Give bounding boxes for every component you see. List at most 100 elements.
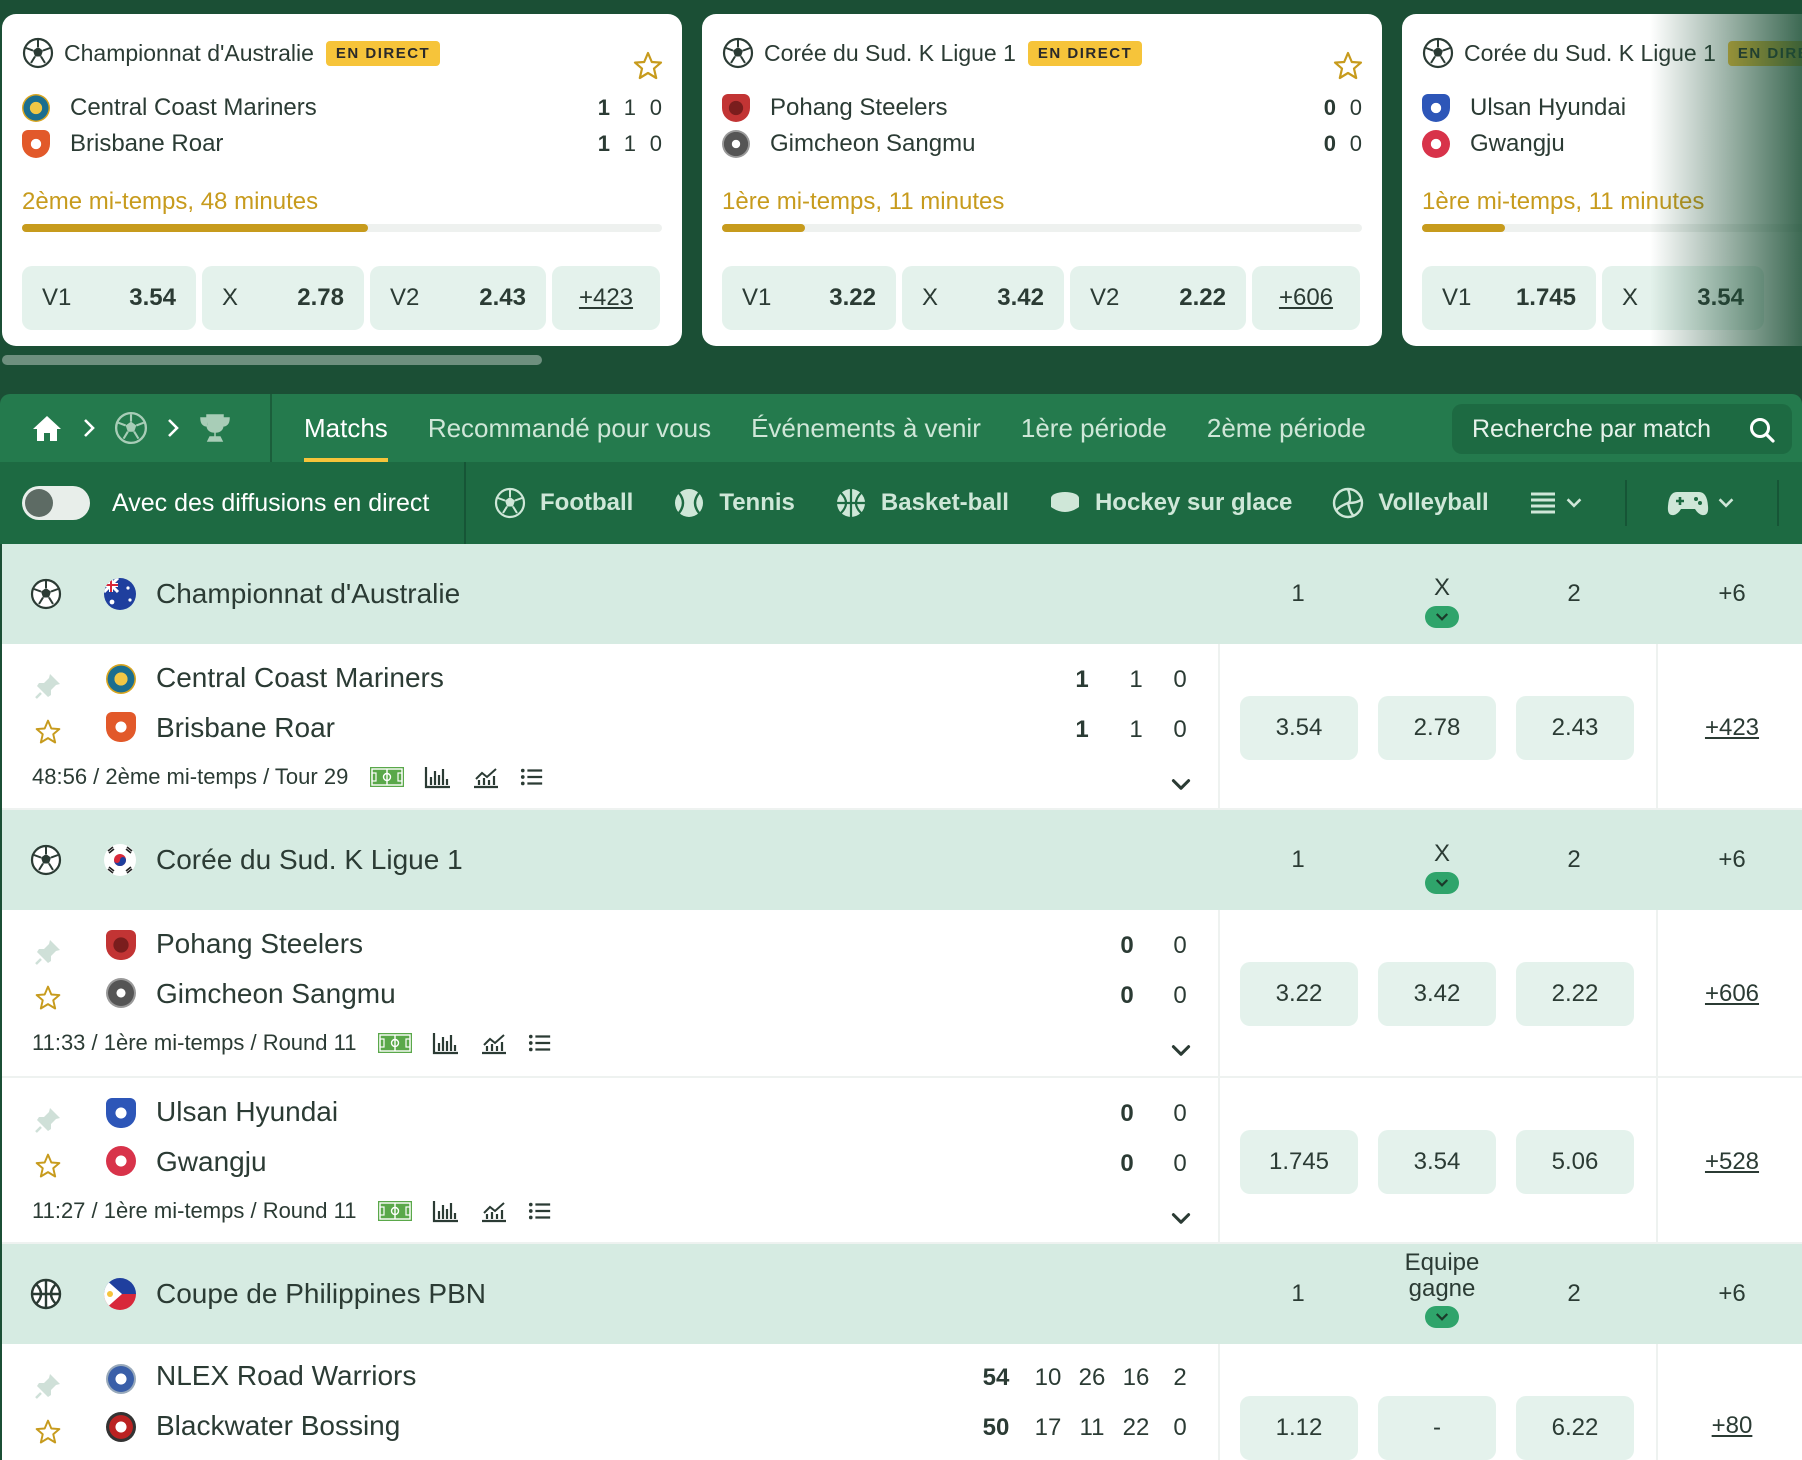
odds-button[interactable]: 5.06 bbox=[1516, 1130, 1634, 1194]
star-icon[interactable] bbox=[34, 984, 62, 1012]
team-name[interactable]: Brisbane Roar bbox=[156, 712, 335, 744]
score: 0 bbox=[1173, 1100, 1187, 1127]
chevron-down-icon[interactable] bbox=[1425, 872, 1459, 894]
score: 1 bbox=[1075, 716, 1089, 743]
more-markets-link[interactable]: +606 bbox=[1678, 980, 1786, 1008]
col-more[interactable]: +6 bbox=[1682, 580, 1782, 608]
tab-second-period[interactable]: 2ème période bbox=[1207, 394, 1366, 462]
odds-button[interactable]: 6.22 bbox=[1516, 1396, 1634, 1460]
pin-icon[interactable] bbox=[32, 936, 64, 968]
more-markets-link[interactable]: +528 bbox=[1678, 1148, 1786, 1176]
team-name[interactable]: Gwangju bbox=[156, 1146, 267, 1178]
star-icon[interactable] bbox=[34, 1418, 62, 1446]
pin-icon[interactable] bbox=[32, 1104, 64, 1136]
odds-button[interactable]: 3.42 bbox=[1378, 962, 1496, 1026]
tab-upcoming[interactable]: Événements à venir bbox=[751, 394, 981, 462]
stats-icon[interactable] bbox=[424, 765, 452, 789]
chevron-down-icon[interactable] bbox=[1425, 1306, 1459, 1328]
event-row[interactable]: NLEX Road Warriors Blackwater Bossing 54… bbox=[2, 1344, 1802, 1460]
col-draw[interactable]: X bbox=[1382, 574, 1502, 631]
odds-button[interactable]: 2.22 bbox=[1516, 962, 1634, 1026]
live-card[interactable]: Corée du Sud. K Ligue 1 EN DIRECT Ulsan … bbox=[1402, 14, 1802, 346]
field-icon[interactable] bbox=[370, 767, 404, 787]
field-icon[interactable] bbox=[378, 1033, 412, 1053]
odds-button[interactable]: X 3.42 bbox=[902, 266, 1064, 330]
list-icon[interactable] bbox=[528, 1200, 552, 1222]
tab-matchs[interactable]: Matchs bbox=[304, 394, 388, 462]
football-icon[interactable] bbox=[114, 411, 148, 445]
more-markets-link[interactable]: +423 bbox=[1678, 714, 1786, 742]
sport-tennis[interactable]: Tennis bbox=[673, 487, 795, 519]
chevron-down-icon[interactable] bbox=[1168, 1206, 1194, 1232]
star-icon[interactable] bbox=[34, 1152, 62, 1180]
search-input[interactable]: Recherche par match bbox=[1452, 404, 1792, 454]
live-card[interactable]: Corée du Sud. K Ligue 1 EN DIRECT Pohang… bbox=[702, 14, 1382, 346]
event-row[interactable]: Ulsan Hyundai Gwangju 0 0 0 0 11:27 / 1è… bbox=[2, 1078, 1802, 1244]
live-card[interactable]: Championnat d'Australie EN DIRECT Centra… bbox=[2, 14, 682, 346]
odds-button[interactable]: V1 3.22 bbox=[722, 266, 896, 330]
odds-button[interactable]: 2.43 bbox=[1516, 696, 1634, 760]
odds-button[interactable]: 2.78 bbox=[1378, 696, 1496, 760]
odds-button[interactable]: X 3.54 bbox=[1602, 266, 1764, 330]
tab-recommended[interactable]: Recommandé pour vous bbox=[428, 394, 711, 462]
col-more[interactable]: +6 bbox=[1682, 846, 1782, 874]
tab-first-period[interactable]: 1ère période bbox=[1021, 394, 1167, 462]
event-row[interactable]: Pohang Steelers Gimcheon Sangmu 0 0 0 0 … bbox=[2, 910, 1802, 1078]
odds-button[interactable]: V1 3.54 bbox=[22, 266, 196, 330]
chart-icon[interactable] bbox=[480, 1199, 508, 1223]
pin-icon[interactable] bbox=[32, 670, 64, 702]
league-header[interactable]: Championnat d'Australie 1 X 2 +6 bbox=[2, 544, 1802, 644]
pin-icon[interactable] bbox=[32, 1370, 64, 1402]
carousel-scrollbar[interactable] bbox=[2, 355, 542, 365]
search-icon[interactable] bbox=[1748, 416, 1776, 444]
more-markets-button[interactable]: +423 bbox=[552, 266, 660, 330]
odds-button[interactable]: 3.54 bbox=[1240, 696, 1358, 760]
chevron-down-icon[interactable] bbox=[1425, 606, 1459, 628]
live-stream-toggle[interactable] bbox=[22, 486, 90, 520]
trophy-icon[interactable] bbox=[198, 412, 232, 444]
more-markets-link[interactable]: +80 bbox=[1678, 1412, 1786, 1440]
esports-menu[interactable] bbox=[1667, 488, 1737, 518]
odds-button[interactable]: X 2.78 bbox=[202, 266, 364, 330]
odds-button[interactable]: V2 2.43 bbox=[370, 266, 546, 330]
event-row[interactable]: Central Coast Mariners Brisbane Roar 1 1… bbox=[2, 644, 1802, 810]
star-icon[interactable] bbox=[632, 50, 664, 82]
team-name[interactable]: Central Coast Mariners bbox=[156, 662, 444, 694]
col-team-wins[interactable]: Equipe gagne bbox=[1382, 1250, 1502, 1330]
odds-button[interactable]: 3.54 bbox=[1378, 1130, 1496, 1194]
stats-icon[interactable] bbox=[432, 1031, 460, 1055]
sport-volleyball[interactable]: Volleyball bbox=[1332, 487, 1489, 519]
more-markets-button[interactable]: +606 bbox=[1252, 266, 1360, 330]
star-icon[interactable] bbox=[34, 718, 62, 746]
stats-icon[interactable] bbox=[432, 1199, 460, 1223]
team-name[interactable]: Ulsan Hyundai bbox=[156, 1096, 338, 1128]
league-header[interactable]: Corée du Sud. K Ligue 1 1 X 2 +6 bbox=[2, 810, 1802, 910]
star-icon[interactable] bbox=[1332, 50, 1364, 82]
sport-football[interactable]: Football bbox=[494, 487, 633, 519]
odds-button[interactable]: 1.12 bbox=[1240, 1396, 1358, 1460]
odds-button[interactable]: 1.745 bbox=[1240, 1130, 1358, 1194]
sport-basketball[interactable]: Basket-ball bbox=[835, 487, 1009, 519]
team-name[interactable]: Blackwater Bossing bbox=[156, 1410, 400, 1442]
odds-button[interactable]: 3.22 bbox=[1240, 962, 1358, 1026]
home-icon[interactable] bbox=[30, 413, 64, 443]
league-header[interactable]: Coupe de Philippines PBN 1 Equipe gagne … bbox=[2, 1244, 1802, 1344]
team-name[interactable]: Pohang Steelers bbox=[156, 928, 363, 960]
sport-ice-hockey[interactable]: Hockey sur glace bbox=[1049, 487, 1292, 519]
team-name[interactable]: NLEX Road Warriors bbox=[156, 1360, 416, 1392]
more-sports-menu[interactable] bbox=[1529, 490, 1585, 516]
chart-icon[interactable] bbox=[472, 765, 500, 789]
col-draw[interactable]: X bbox=[1382, 840, 1502, 897]
live-cards-carousel[interactable]: Championnat d'Australie EN DIRECT Centra… bbox=[0, 0, 1802, 360]
team-name[interactable]: Gimcheon Sangmu bbox=[156, 978, 396, 1010]
odds-button[interactable]: V1 1.745 bbox=[1422, 266, 1596, 330]
odds-button[interactable]: - bbox=[1378, 1396, 1496, 1460]
chart-icon[interactable] bbox=[480, 1031, 508, 1055]
chevron-down-icon[interactable] bbox=[1168, 772, 1194, 798]
col-more[interactable]: +6 bbox=[1682, 1280, 1782, 1308]
odds-button[interactable]: V2 2.22 bbox=[1070, 266, 1246, 330]
list-icon[interactable] bbox=[520, 766, 544, 788]
field-icon[interactable] bbox=[378, 1201, 412, 1221]
list-icon[interactable] bbox=[528, 1032, 552, 1054]
chevron-down-icon[interactable] bbox=[1168, 1038, 1194, 1064]
